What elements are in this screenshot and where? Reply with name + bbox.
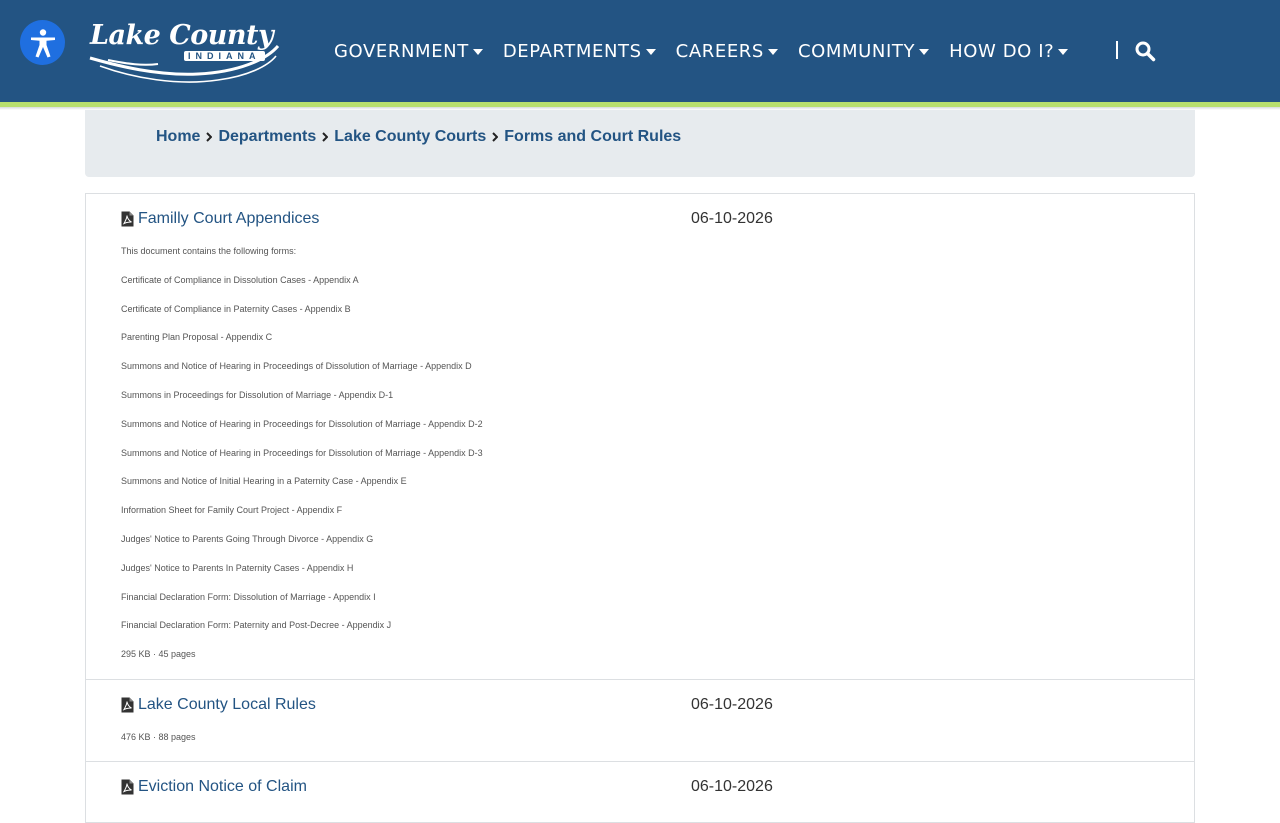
nav-label: CAREERS [675,40,764,62]
main-nav: GOVERNMENT DEPARTMENTS CAREERS COMMUNITY… [334,38,1088,64]
site-header: Lake County INDIANA GOVERNMENT DEPARTMEN… [0,0,1280,102]
nav-item-departments[interactable]: DEPARTMENTS [503,41,656,62]
breadcrumb-home[interactable]: Home [156,128,200,146]
breadcrumb-departments[interactable]: Departments [218,128,316,146]
search-icon [1135,41,1156,62]
document-list: Familly Court Appendices 06-10-2026 This… [85,193,1195,823]
chevron-right-icon [322,132,329,142]
description-line: This document contains the following for… [121,246,297,256]
breadcrumb-bar: Home Departments Lake County Courts Form… [85,110,1195,177]
logo-text: Lake County [90,20,274,51]
description-line: Summons and Notice of Initial Hearing in… [121,476,407,487]
description-line: Summons in Proceedings for Dissolution o… [121,389,394,400]
description-line: Summons and Notice of Hearing in Proceed… [121,361,472,372]
accessibility-button[interactable] [20,20,65,65]
description-line: Information Sheet for Family Court Proje… [121,505,343,516]
logo-subtext: INDIANA [184,51,265,61]
description-line: Financial Declaration Form: Dissolution … [121,591,376,602]
search-button[interactable] [1134,40,1156,62]
document-title-link[interactable]: Familly Court Appendices [138,210,319,228]
document-title-row: Eviction Notice of Claim [121,778,307,796]
breadcrumb-lake-county-courts[interactable]: Lake County Courts [334,128,486,146]
pdf-file-icon [121,697,134,713]
nav-label: GOVERNMENT [334,40,469,62]
caret-down-icon [645,49,656,55]
description-line: Summons and Notice of Hearing in Proceed… [121,418,483,429]
nav-item-careers[interactable]: CAREERS [676,41,778,62]
document-item: Lake County Local Rules 06-10-2026 476 K… [86,680,1194,762]
description-line: Certificate of Compliance in Dissolution… [121,274,359,285]
document-item: Eviction Notice of Claim 06-10-2026 [86,762,1194,823]
caret-down-icon [472,49,483,55]
nav-item-government[interactable]: GOVERNMENT [334,41,483,62]
nav-label: HOW DO I? [949,40,1055,62]
description-line: Summons and Notice of Hearing in Proceed… [121,447,483,458]
nav-divider [1116,41,1118,59]
description-line: Judges' Notice to Parents Going Through … [121,533,374,544]
description-line: Certificate of Compliance in Paternity C… [121,303,351,314]
chevron-right-icon [492,132,499,142]
pdf-file-icon [121,211,134,227]
nav-label: DEPARTMENTS [502,40,642,62]
document-title-row: Lake County Local Rules [121,696,316,714]
document-date: 06-10-2026 [691,696,773,713]
breadcrumb-forms-and-court-rules[interactable]: Forms and Court Rules [504,128,681,146]
document-item: Familly Court Appendices 06-10-2026 This… [86,194,1194,680]
pdf-file-icon [121,779,134,795]
nav-label: COMMUNITY [797,40,916,62]
caret-down-icon [767,49,778,55]
document-description: This document contains the following for… [121,245,483,660]
caret-down-icon [1058,49,1069,55]
description-line: Financial Declaration Form: Paternity an… [121,620,392,631]
accessibility-icon [30,28,55,57]
document-meta: 476 KB · 88 pages [121,732,196,742]
description-line: Parenting Plan Proposal - Appendix C [121,332,273,343]
breadcrumb: Home Departments Lake County Courts Form… [156,128,681,146]
description-line: Judges' Notice to Parents In Paternity C… [121,562,354,573]
document-date: 06-10-2026 [691,210,773,227]
site-logo[interactable]: Lake County INDIANA [88,20,280,84]
document-title-link[interactable]: Eviction Notice of Claim [138,778,307,796]
nav-item-how-do-i[interactable]: HOW DO I? [949,40,1069,62]
document-date: 06-10-2026 [691,778,773,795]
document-description: 476 KB · 88 pages [121,731,196,743]
document-title-row: Familly Court Appendices [121,210,319,228]
document-meta: 295 KB · 45 pages [121,649,196,660]
document-title-link[interactable]: Lake County Local Rules [138,696,316,714]
chevron-right-icon [206,132,213,142]
nav-item-community[interactable]: COMMUNITY [797,40,930,62]
caret-down-icon [919,49,930,55]
